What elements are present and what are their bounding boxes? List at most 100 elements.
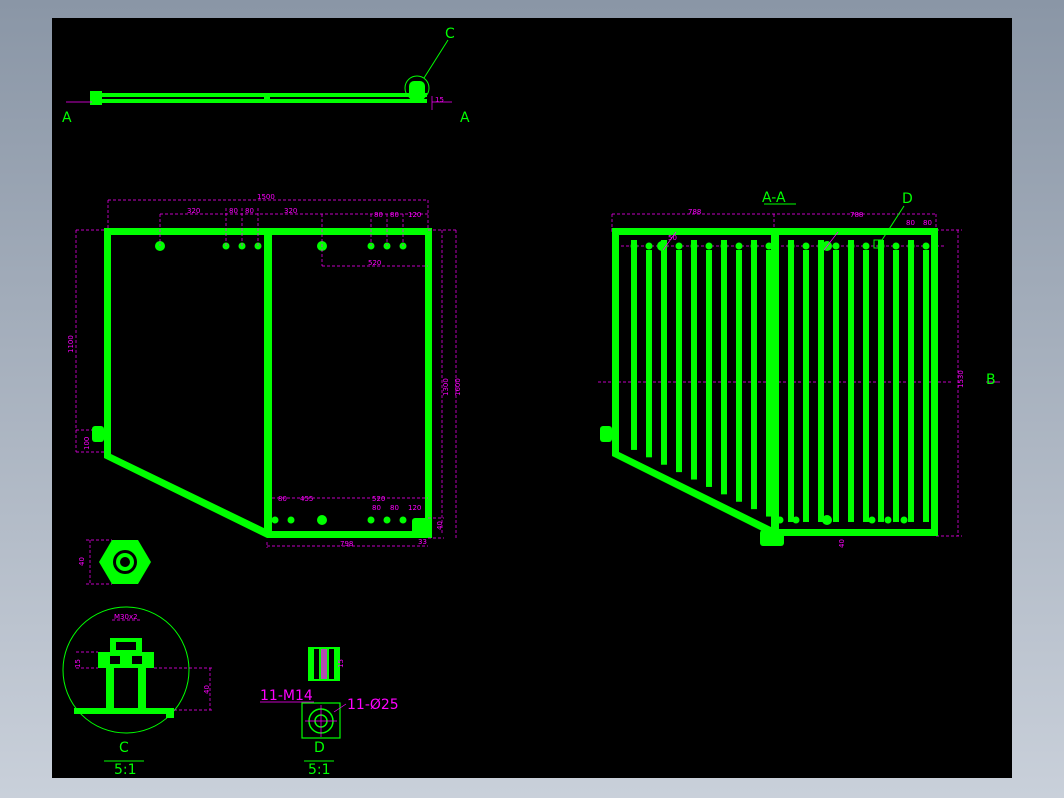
fin-hole	[645, 242, 653, 250]
detail-c-plate	[74, 708, 174, 714]
detail-c-leader	[423, 39, 449, 79]
dim-bot-120: 120	[408, 504, 421, 512]
dim-top-320a: 320	[187, 207, 200, 215]
dim-bot-80c: 80	[390, 504, 399, 512]
dim-aa-80a: 80	[906, 219, 915, 227]
bottom-hole	[776, 516, 784, 524]
front-right-fitting	[412, 518, 432, 534]
fin-hole	[832, 242, 840, 250]
front-left-fitting	[92, 426, 104, 442]
cooling-fin	[661, 240, 667, 465]
detail-d-scale: 5:1	[308, 762, 331, 778]
detail-c-title: C	[119, 740, 129, 756]
detail-c-view	[62, 606, 212, 762]
fin-hole	[907, 242, 915, 250]
bottom-hole	[792, 516, 800, 524]
fin-hole	[675, 242, 683, 250]
fin-hole	[690, 242, 698, 250]
bottom-hole	[868, 516, 876, 524]
fin-hole	[862, 242, 870, 250]
aa-center-divider	[771, 235, 779, 529]
fin-hole	[750, 242, 758, 250]
dim-bot-80: 80	[278, 495, 287, 503]
side-view-end-left	[90, 91, 102, 105]
dim-c-40: 40	[203, 685, 211, 694]
top-side-view	[66, 39, 452, 110]
section-a-right-label: A	[460, 110, 470, 126]
detail-c-scale: 5:1	[114, 762, 137, 778]
cooling-fin	[751, 240, 757, 510]
cooling-fin	[848, 240, 854, 522]
bottom-hole	[900, 516, 908, 524]
front-bottom-holes	[271, 515, 407, 525]
cooling-fin	[788, 240, 794, 522]
cooling-fin	[908, 240, 914, 522]
fin-hole	[787, 242, 795, 250]
dim-aa-80b: 80	[923, 219, 932, 227]
section-aa-view	[598, 203, 1000, 546]
dim-top-15: 15	[435, 96, 444, 104]
dim-top-80a: 80	[229, 207, 238, 215]
side-view-bar-lower	[92, 99, 427, 103]
bottom-hole	[822, 515, 832, 525]
side-view-fitting	[409, 81, 425, 101]
detail-d-title: D	[314, 740, 325, 756]
hole-spec-dia25: 11-Ø25	[347, 697, 399, 713]
fin-hole	[735, 242, 743, 250]
fin-hole	[847, 242, 855, 250]
side-view-bar-upper	[92, 93, 427, 97]
cooling-fin	[691, 240, 697, 480]
side-view-mid-joint	[264, 94, 270, 102]
cooling-fin	[893, 250, 899, 522]
section-aa-title: A-A	[762, 190, 786, 206]
dim-d-15: 15	[337, 659, 345, 668]
dim-bot-520: 520	[372, 495, 385, 503]
fin-hole	[922, 242, 930, 250]
cooling-fin	[818, 240, 824, 522]
aa-bottom-fitting	[760, 530, 784, 546]
dim-bot-798: 798	[340, 540, 353, 548]
drawing-canvas: A A C 15 1500 320 80 80 320 80 80 120 52…	[62, 26, 1000, 778]
dim-aa-40: 40	[838, 539, 846, 548]
dim-bot-33: 33	[418, 538, 427, 546]
bottom-hole	[884, 516, 892, 524]
cooling-fin	[646, 250, 652, 458]
dim-top-80b: 80	[245, 207, 254, 215]
dim-top-80c: 80	[374, 211, 383, 219]
cooling-fin	[863, 250, 869, 522]
detail-d-callout-label: D	[902, 191, 913, 207]
fin-hole	[892, 242, 900, 250]
cooling-fin	[803, 250, 809, 522]
hole-spec-m14: 11-M14	[260, 688, 313, 704]
fin-hole	[705, 242, 713, 250]
dim-bot-455: 455	[300, 495, 313, 503]
cooling-fin	[631, 240, 637, 450]
cad-drawing-sheet: A A C 15 1500 320 80 80 320 80 80 120 52…	[52, 18, 1012, 778]
dim-aa-788a: 788	[688, 208, 701, 216]
fin-hole	[630, 242, 638, 250]
cooling-fin	[878, 240, 884, 522]
dim-top-320b: 320	[284, 207, 297, 215]
dim-c-15: 15	[74, 659, 82, 668]
thread-spec-label: M30x2	[114, 613, 138, 621]
cooling-fin	[766, 250, 772, 517]
dim-aa-788b: 788	[850, 211, 863, 219]
dim-top-80d: 80	[390, 211, 399, 219]
hex-nut-view	[86, 539, 151, 585]
cooling-fin	[706, 250, 712, 487]
cooling-fin	[833, 250, 839, 522]
detail-c-callout-label: C	[445, 26, 455, 42]
aa-left-fitting	[600, 426, 612, 442]
front-view	[75, 199, 457, 548]
cooling-fin	[721, 240, 727, 495]
detail-c-tube-left	[106, 668, 114, 708]
dim-right-1300: 1300	[442, 378, 450, 396]
dim-left-100: 100	[83, 437, 91, 450]
dim-bot-80b: 80	[372, 504, 381, 512]
dim-right-1600: 1600	[454, 378, 462, 396]
front-top-holes	[155, 241, 407, 251]
dim-bot-40: 40	[436, 521, 444, 530]
dim-mid-520: 520	[368, 259, 381, 267]
detail-c-nut	[98, 652, 154, 668]
section-a-left-label: A	[62, 110, 72, 126]
